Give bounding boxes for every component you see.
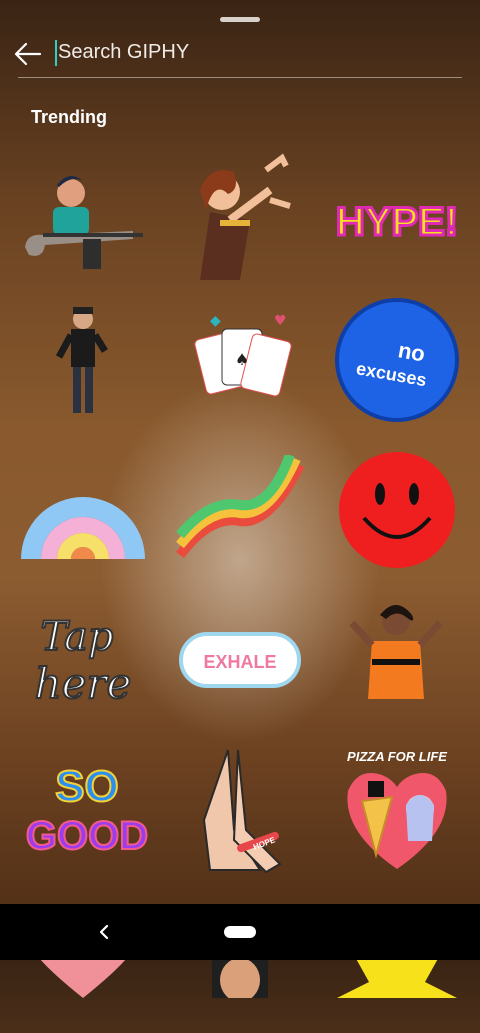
sticker-so-good[interactable]: SO GOOD [8, 735, 158, 885]
svg-text:no: no [396, 337, 427, 366]
svg-text:♠: ♠ [235, 350, 249, 369]
search-input[interactable] [56, 36, 460, 68]
chevron-left-icon[interactable] [92, 920, 116, 944]
sticker-smiley-face[interactable] [322, 435, 472, 585]
arrow-left-icon[interactable] [10, 36, 46, 72]
sticker-rainbow-wave[interactable] [165, 435, 315, 585]
hype-text: HYPE! [336, 200, 458, 244]
sticker-pizza-for-life[interactable]: PIZZA FOR LIFE [322, 735, 472, 885]
sticker-praying-hands[interactable]: HOPE [165, 735, 315, 885]
svg-text:GOOD: GOOD [26, 814, 148, 858]
system-nav-bar [0, 904, 480, 960]
sticker-no-excuses[interactable]: no excuses [322, 285, 472, 435]
sticker-man-dancing[interactable] [8, 285, 158, 435]
sticker-flyers-woman[interactable] [322, 585, 472, 735]
sticker-tap-here[interactable]: Tap here [8, 585, 158, 735]
svg-text:Tap: Tap [40, 614, 113, 660]
sticker-rainbow-arch[interactable] [8, 435, 158, 585]
svg-text:EXHALE: EXHALE [203, 652, 276, 672]
search-bar [0, 30, 480, 80]
sticker-dancing-woman[interactable] [165, 145, 315, 295]
svg-text:here: here [35, 659, 132, 708]
section-title: Trending [31, 107, 107, 127]
home-pill-icon[interactable] [224, 926, 256, 938]
sticker-exhale[interactable]: EXHALE [165, 585, 315, 735]
svg-text:◆: ◆ [210, 313, 221, 329]
text-cursor [55, 40, 57, 66]
svg-text:PIZZA FOR LIFE: PIZZA FOR LIFE [347, 749, 447, 764]
search-divider [18, 77, 462, 78]
svg-text:SO: SO [55, 762, 119, 811]
sticker-hype[interactable]: HYPE! [322, 145, 472, 295]
sticker-playing-cards[interactable]: ♠ ◆ ♥ [165, 285, 315, 435]
sticker-guitarist[interactable] [8, 145, 158, 295]
svg-text:♥: ♥ [274, 313, 287, 329]
drag-handle[interactable] [220, 17, 260, 22]
